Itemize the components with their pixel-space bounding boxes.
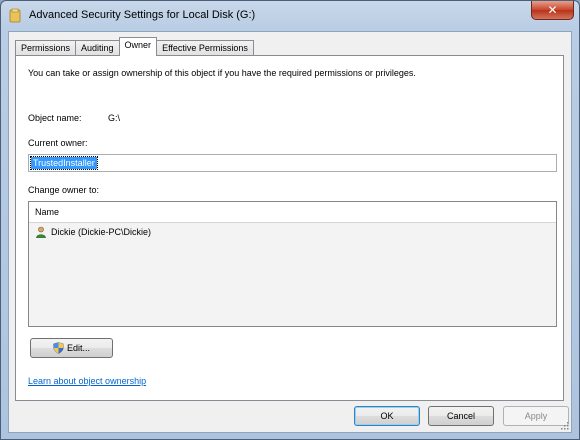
list-header-name[interactable]: Name — [29, 202, 556, 223]
tab-owner[interactable]: Owner — [118, 37, 158, 56]
tab-effective-permissions[interactable]: Effective Permissions — [156, 40, 254, 56]
change-owner-list[interactable]: Name Dickie (Dickie-PC\Dickie) — [28, 201, 557, 327]
list-item[interactable]: Dickie (Dickie-PC\Dickie) — [29, 223, 556, 241]
change-owner-label: Change owner to: — [28, 185, 100, 195]
current-owner-field[interactable]: TrustedInstaller — [28, 154, 557, 172]
current-owner-value: TrustedInstaller — [30, 156, 98, 170]
owner-panel: You can take or assign ownership of this… — [15, 55, 564, 401]
current-owner-label: Current owner: — [28, 138, 88, 148]
tab-permissions[interactable]: Permissions — [15, 40, 77, 56]
close-button[interactable]: ✕ — [531, 1, 574, 20]
object-name-label: Object name: — [28, 113, 82, 123]
object-name-value: G:\ — [108, 113, 121, 123]
dialog-window: Advanced Security Settings for Local Dis… — [0, 0, 580, 440]
dialog-body: Permissions Auditing Owner Effective Per… — [8, 31, 572, 433]
tab-strip: Permissions Auditing Owner Effective Per… — [15, 37, 254, 56]
learn-ownership-link[interactable]: Learn about object ownership — [28, 376, 146, 386]
title-bar[interactable]: Advanced Security Settings for Local Dis… — [1, 1, 579, 31]
resize-grip-icon[interactable] — [559, 420, 569, 430]
window-title: Advanced Security Settings for Local Dis… — [29, 9, 256, 21]
shield-icon — [53, 342, 64, 354]
tab-auditing[interactable]: Auditing — [75, 40, 120, 56]
edit-button-label: Edit... — [66, 343, 90, 353]
cancel-button[interactable]: Cancel — [428, 406, 494, 426]
close-icon: ✕ — [547, 3, 558, 17]
list-item-label: Dickie (Dickie-PC\Dickie) — [51, 227, 152, 237]
user-icon — [36, 226, 46, 238]
ok-button[interactable]: OK — [354, 406, 420, 426]
edit-button[interactable]: Edit... — [30, 338, 113, 358]
folder-icon — [9, 8, 21, 23]
intro-text: You can take or assign ownership of this… — [28, 68, 416, 78]
